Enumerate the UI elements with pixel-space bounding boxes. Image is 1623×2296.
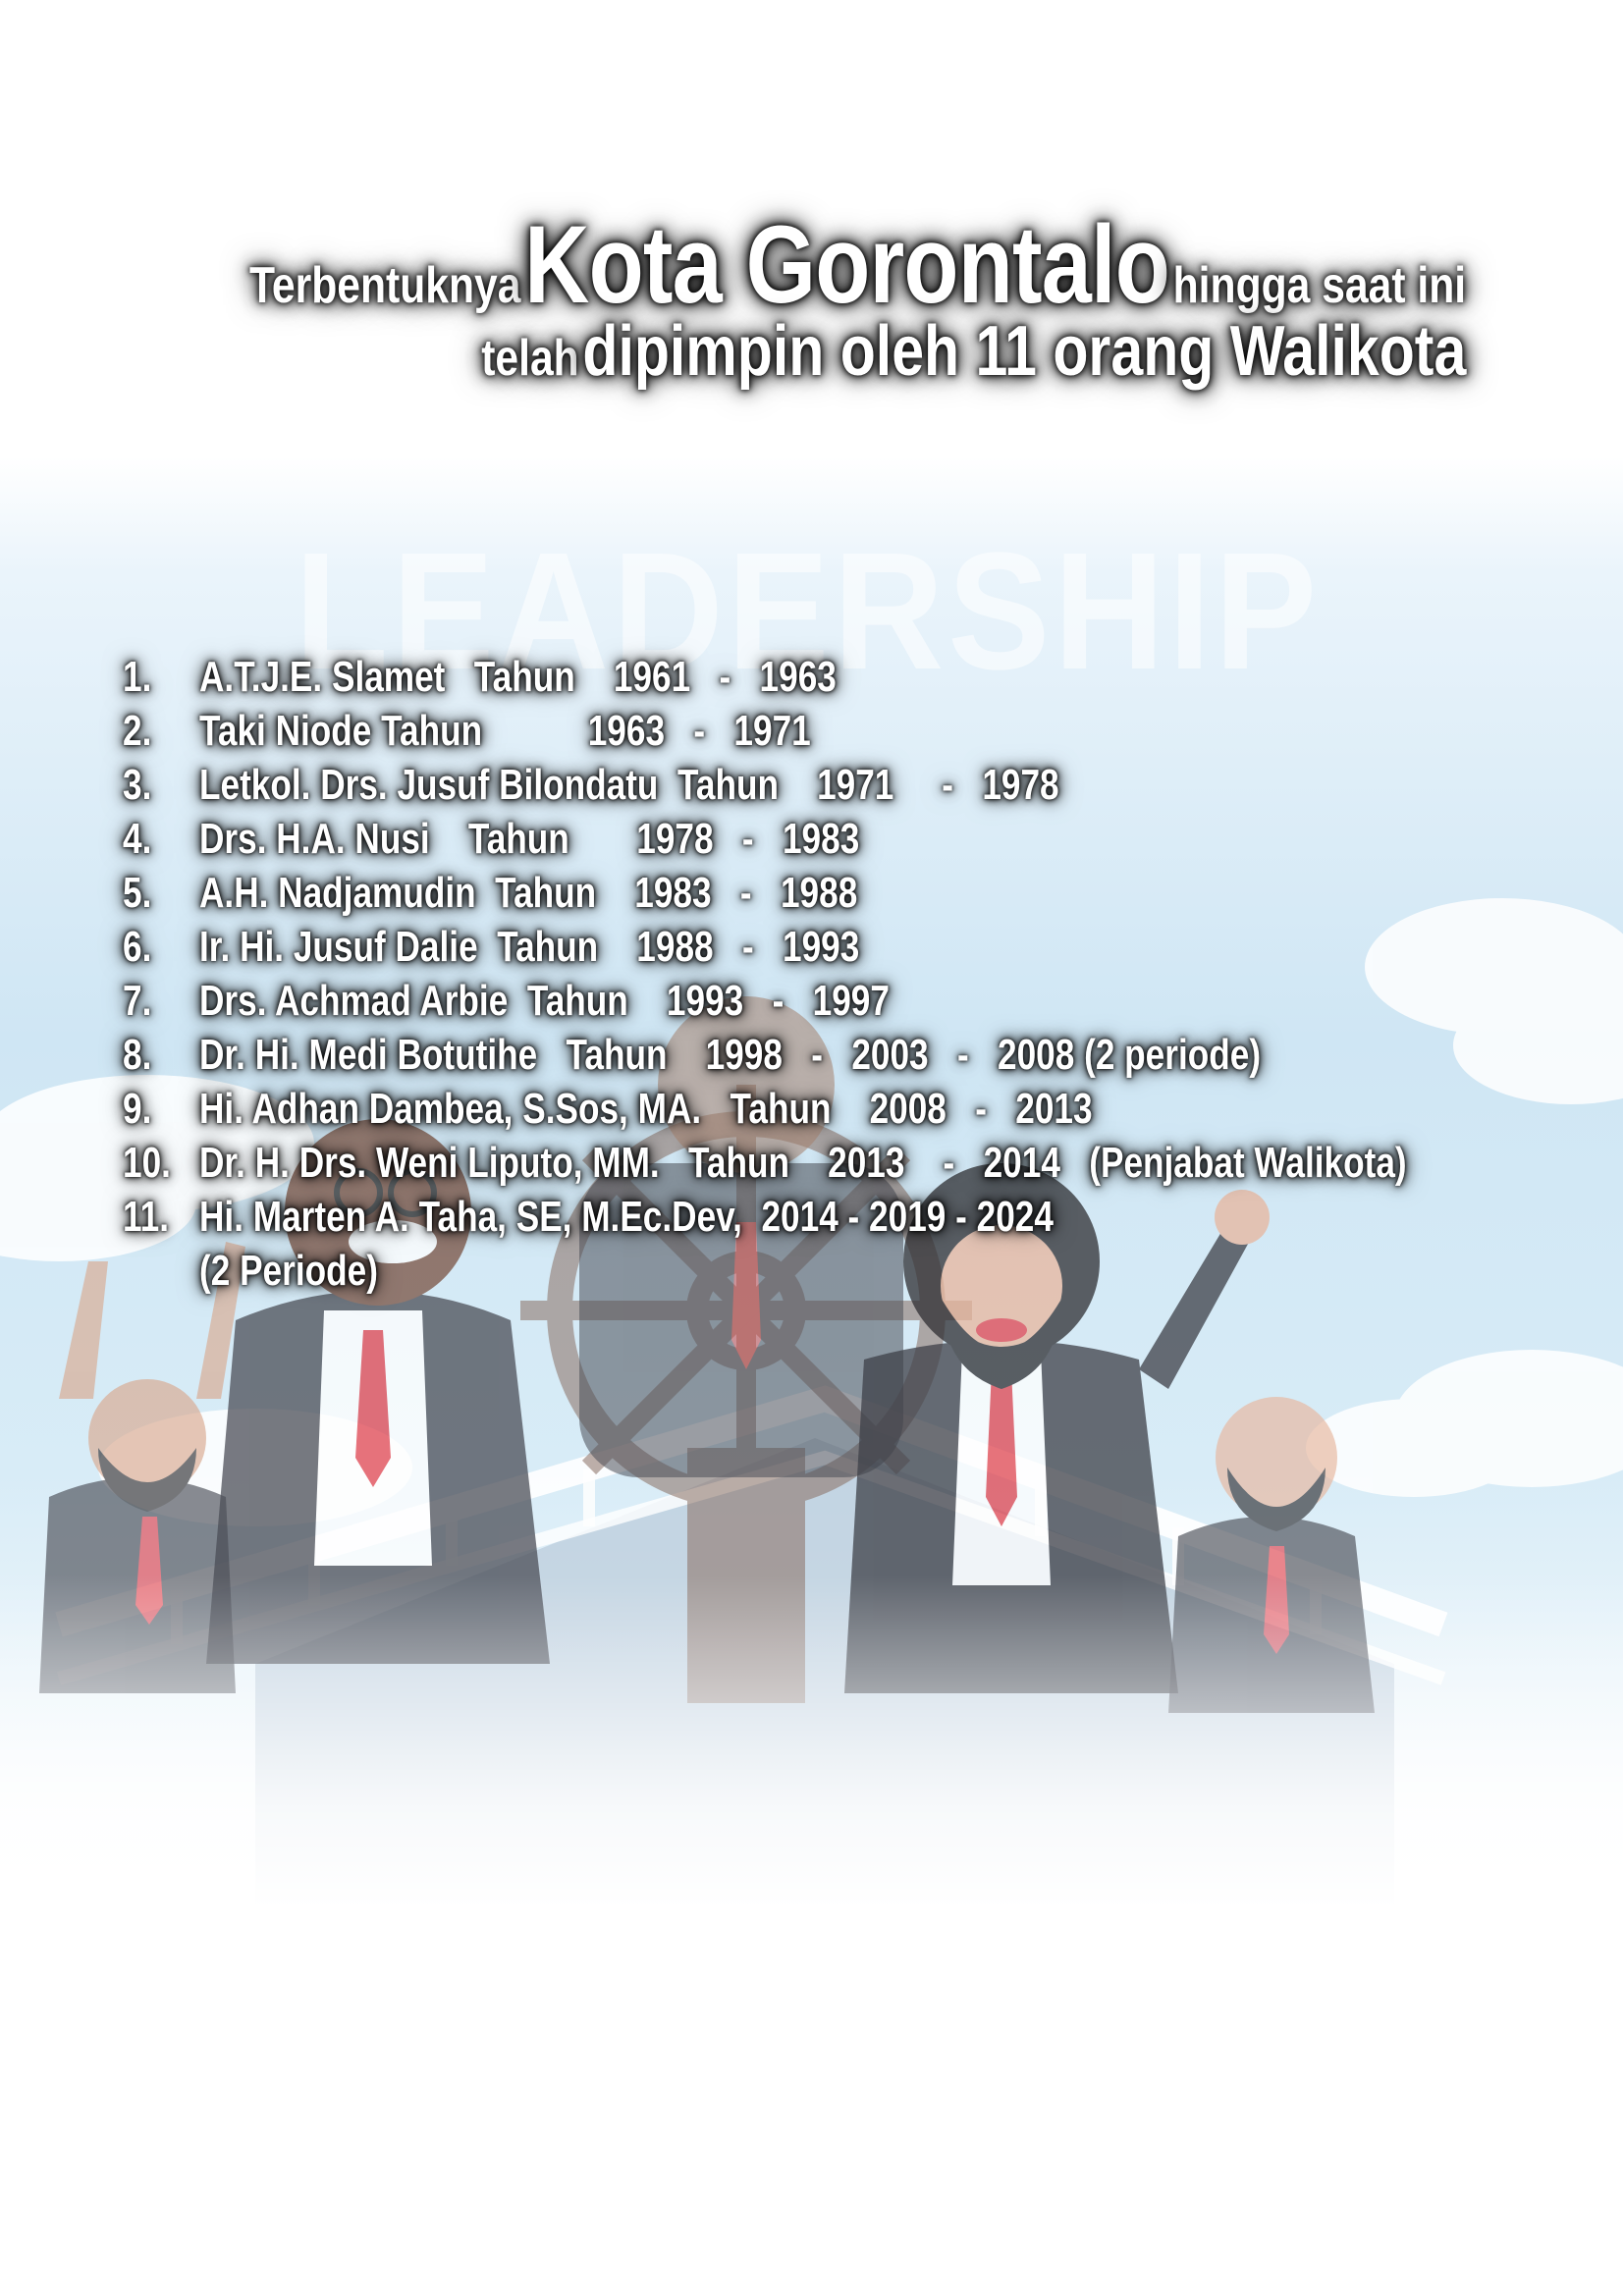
item-number: 1. [123, 653, 152, 701]
item-text: Ir. Hi. Jusuf Dalie Tahun 1988 - 1993 [199, 923, 860, 971]
heading-subtitle: dipimpin oleh 11 orang Walikota [582, 312, 1466, 391]
item-text: A.H. Nadjamudin Tahun 1983 - 1988 [199, 869, 858, 917]
item-number: 8. [123, 1031, 152, 1079]
item-text: A.T.J.E. Slamet Tahun 1961 - 1963 [199, 653, 837, 701]
item-text: Letkol. Drs. Jusuf Bilondatu Tahun 1971 … [199, 761, 1059, 809]
item-number: 7. [123, 977, 152, 1025]
heading-line-1: Terbentuknya Kota Gorontalo hingga saat … [249, 201, 1466, 328]
heading-word-hingga: hingga saat ini [1172, 257, 1466, 314]
item-text: Dr. Hi. Medi Botutihe Tahun 1998 - 2003 … [199, 1031, 1262, 1079]
item-text: Hi. Adhan Dambea, S.Sos, MA. Tahun 2008 … [199, 1085, 1093, 1133]
heading-word-telah: telah [480, 330, 579, 387]
item-text: Dr. H. Drs. Weni Liputo, MM. Tahun 2013 … [199, 1139, 1407, 1187]
item-number: 11. [123, 1193, 169, 1241]
item-text: Hi. Marten A. Taha, SE, M.Ec.Dev, 2014 -… [199, 1193, 1054, 1241]
item-text: (2 Periode) [199, 1247, 378, 1295]
bottom-fade [0, 1575, 1623, 1909]
item-number: 4. [123, 815, 152, 863]
item-text: Taki Niode Tahun 1963 - 1971 [199, 707, 811, 755]
item-number: 10. [123, 1139, 171, 1187]
item-number: 3. [123, 761, 152, 809]
item-number: 6. [123, 923, 152, 971]
item-number: 9. [123, 1085, 152, 1133]
heading-city-name: Kota Gorontalo [523, 203, 1170, 326]
heading-line-2: telah dipimpin oleh 11 orang Walikota [481, 311, 1466, 392]
item-number: 2. [123, 707, 152, 755]
item-number: 5. [123, 869, 152, 917]
item-text: Drs. H.A. Nusi Tahun 1978 - 1983 [199, 815, 860, 863]
heading-word-terbentuknya: Terbentuknya [248, 257, 521, 314]
item-text: Drs. Achmad Arbie Tahun 1993 - 1997 [199, 977, 890, 1025]
